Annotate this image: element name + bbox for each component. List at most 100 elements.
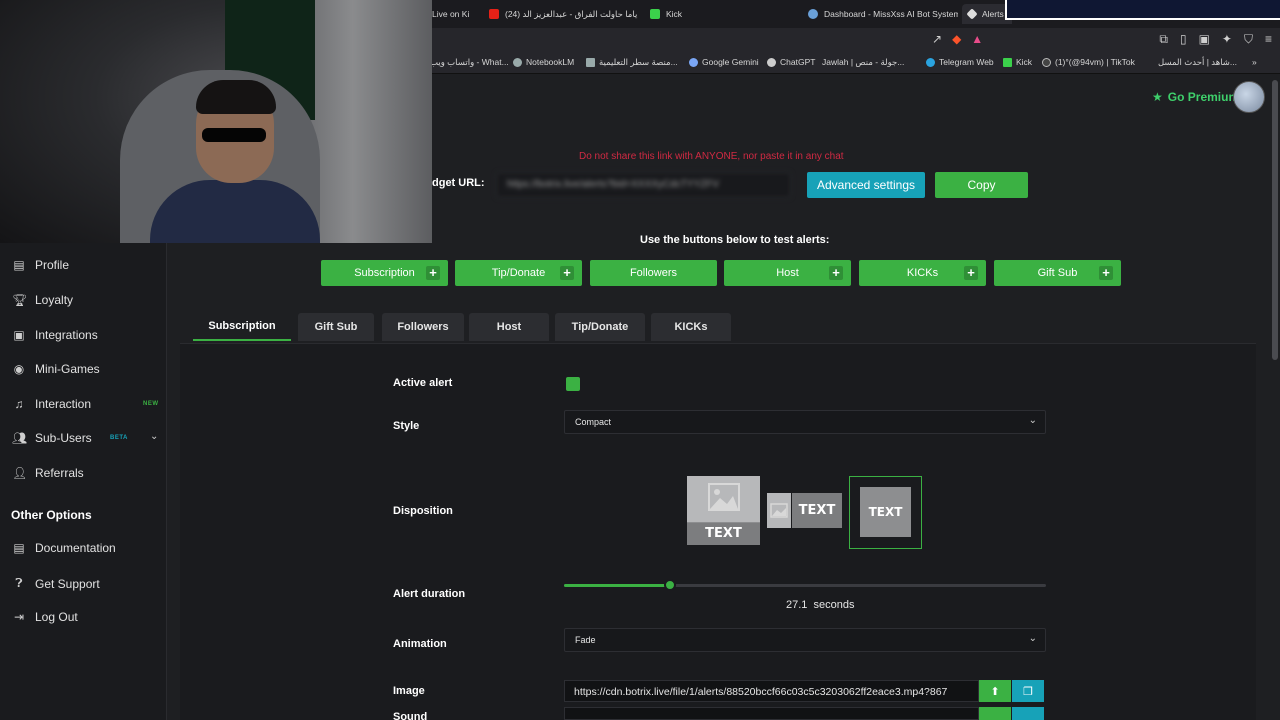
test-tip-button[interactable]: Tip/Donate +	[455, 260, 582, 286]
page-scrollbar[interactable]	[1272, 80, 1278, 360]
sidebar-item-log-out[interactable]: ⇥ Log Out	[12, 610, 78, 624]
disposition-image-left-text[interactable]: TEXT	[767, 493, 842, 528]
style-select[interactable]: Compact ⌄	[564, 410, 1046, 434]
library-icon[interactable]	[1012, 707, 1044, 720]
bookmarks-overflow-icon[interactable]: »	[1252, 57, 1257, 67]
page-icon	[586, 58, 595, 67]
avatar[interactable]	[1233, 81, 1265, 113]
logout-icon: ⇥	[13, 610, 25, 624]
go-premium-link[interactable]: ★ Go Premium	[1152, 90, 1239, 104]
tab-title: Live on Ki	[432, 9, 470, 19]
animation-select[interactable]: Fade ⌄	[564, 628, 1046, 652]
widget-url-field[interactable]: https://botrix.live/alerts?bid=XXXXyCdcT…	[496, 172, 791, 198]
test-subscription-button[interactable]: Subscription +	[321, 260, 448, 286]
bookmark-label: ChatGPT	[780, 57, 816, 67]
music-note-icon: ♫	[14, 397, 24, 411]
bookmark-label: واتساب ويب - What...	[430, 57, 509, 67]
bookmark[interactable]: ChatGPT	[767, 57, 815, 67]
bookmark[interactable]: منصة سطر التعليمية...	[586, 57, 678, 68]
active-alert-checkbox[interactable]	[566, 377, 580, 391]
sidebar-item-loyalty[interactable]: 🏆︎ Loyalty	[12, 293, 73, 307]
image-url-field[interactable]: https://cdn.botrix.live/file/1/alerts/88…	[564, 680, 979, 702]
tab-title: Dashboard - MissXss AI Bot System	[824, 9, 958, 19]
share-warning: Do not share this link with ANYONE, nor …	[579, 151, 844, 162]
tab-kicks[interactable]: KICKs	[651, 313, 731, 341]
tab-title: Alerts	[982, 9, 1004, 19]
screenshot-icon[interactable]: ⧉	[1159, 32, 1168, 47]
brave-icon[interactable]: ◆	[952, 32, 961, 46]
upload-icon[interactable]	[979, 707, 1011, 720]
alert-duration-slider[interactable]	[564, 579, 1046, 591]
bookmark[interactable]: Jawlah | جولة - منص...	[822, 57, 904, 68]
animation-label: Animation	[393, 638, 447, 650]
bookmark[interactable]: Telegram Web	[926, 57, 994, 67]
disposition-image-above-text[interactable]: TEXT	[687, 476, 760, 545]
tab-title: (24) ياما حاولت الفراق - عبدالعزيز الد	[505, 8, 638, 19]
browser-tab[interactable]: Kick	[650, 4, 790, 24]
tab-gift-sub[interactable]: Gift Sub	[298, 313, 374, 341]
menu-icon[interactable]: ≡	[1265, 32, 1272, 47]
bookmark-label: شاهد | أحدث المسل...	[1158, 57, 1238, 67]
copy-button[interactable]: Copy	[935, 172, 1028, 198]
tab-followers[interactable]: Followers	[382, 313, 464, 341]
upload-icon[interactable]: ⬆	[979, 680, 1011, 702]
bookmark[interactable]: Kick	[1003, 57, 1032, 67]
browser-tab[interactable]: (24) ياما حاولت الفراق - عبدالعزيز الد	[489, 4, 639, 24]
plus-icon[interactable]: +	[964, 266, 978, 280]
sidebar-item-referrals[interactable]: 👤︎ Referrals	[12, 466, 84, 480]
advanced-settings-button[interactable]: Advanced settings	[807, 172, 925, 198]
bookmark-label: NotebookLM	[526, 57, 575, 67]
wallet-icon[interactable]: ▣	[1199, 32, 1210, 47]
slider-thumb[interactable]	[663, 579, 676, 591]
bookmark[interactable]: NotebookLM	[513, 57, 574, 67]
sidebar-item-label: Mini-Games	[35, 362, 100, 376]
test-gift-sub-button[interactable]: Gift Sub +	[994, 260, 1121, 286]
sidebar-item-integrations[interactable]: ▣ Integrations	[12, 328, 97, 342]
sound-url-field[interactable]	[564, 707, 979, 720]
rewards-icon[interactable]: ▲	[971, 32, 983, 46]
tab-host[interactable]: Host	[469, 313, 549, 341]
sidebar-item-sub-users[interactable]: 👥︎ Sub-Users	[12, 431, 92, 445]
sidebar-item-interaction[interactable]: ♫ Interaction	[12, 397, 92, 411]
image-label: Image	[393, 685, 425, 697]
plus-icon[interactable]: +	[1099, 266, 1113, 280]
browser-tab[interactable]: Dashboard - MissXss AI Bot System	[808, 4, 958, 24]
tab-subscription[interactable]: Subscription	[193, 313, 291, 341]
plus-icon[interactable]: +	[560, 266, 574, 280]
bookmark[interactable]: Google Gemini	[689, 57, 759, 67]
test-followers-button[interactable]: Followers	[590, 260, 717, 286]
tab-title: Kick	[666, 9, 683, 19]
test-kicks-button[interactable]: KICKs +	[859, 260, 986, 286]
bookmark[interactable]: (1)‎°(@94vm) | TikTok	[1042, 57, 1135, 67]
shield-icon[interactable]: ⛉	[1244, 32, 1253, 47]
library-icon[interactable]: ❐	[1012, 680, 1044, 702]
sound-label: Sound	[393, 711, 428, 720]
plus-icon[interactable]: +	[426, 266, 440, 280]
browser-tab[interactable]: Live on Ki	[432, 4, 472, 24]
disposition-text: TEXT	[687, 523, 760, 545]
sidebar-item-profile[interactable]: ▤ Profile	[12, 258, 69, 272]
test-button-label: Gift Sub	[1037, 267, 1078, 279]
disposition-label: Disposition	[393, 505, 453, 517]
ai-icon[interactable]: ✦	[1222, 32, 1232, 47]
tab-tip-donate[interactable]: Tip/Donate	[555, 313, 645, 341]
test-button-label: Followers	[629, 267, 678, 279]
plus-icon[interactable]: +	[829, 266, 843, 280]
sidebar-item-label: Referrals	[35, 466, 84, 480]
sidebar-icon[interactable]: ▯	[1180, 32, 1187, 47]
sidebar-item-get-support[interactable]: ❓︎ Get Support	[12, 576, 99, 591]
test-host-button[interactable]: Host +	[724, 260, 851, 286]
kick-icon	[650, 9, 660, 19]
share-icon[interactable]: ↗	[932, 32, 942, 46]
bookmark[interactable]: واتساب ويب - What...	[430, 57, 509, 68]
sidebar-item-mini-games[interactable]: ◉ Mini-Games	[12, 362, 100, 376]
chevron-down-icon[interactable]: ⌄	[150, 431, 158, 442]
bookmark[interactable]: شاهد | أحدث المسل...	[1158, 57, 1237, 68]
bookmark-label: منصة سطر التعليمية...	[599, 57, 678, 67]
chevron-down-icon: ⌄	[1028, 633, 1037, 644]
dashboard-icon	[808, 9, 818, 19]
users-icon: 👥︎	[12, 431, 28, 445]
disposition-text-over-image[interactable]: TEXT	[849, 476, 922, 549]
image-placeholder-icon	[767, 493, 791, 528]
sidebar-item-documentation[interactable]: ▤ Documentation	[12, 541, 115, 555]
